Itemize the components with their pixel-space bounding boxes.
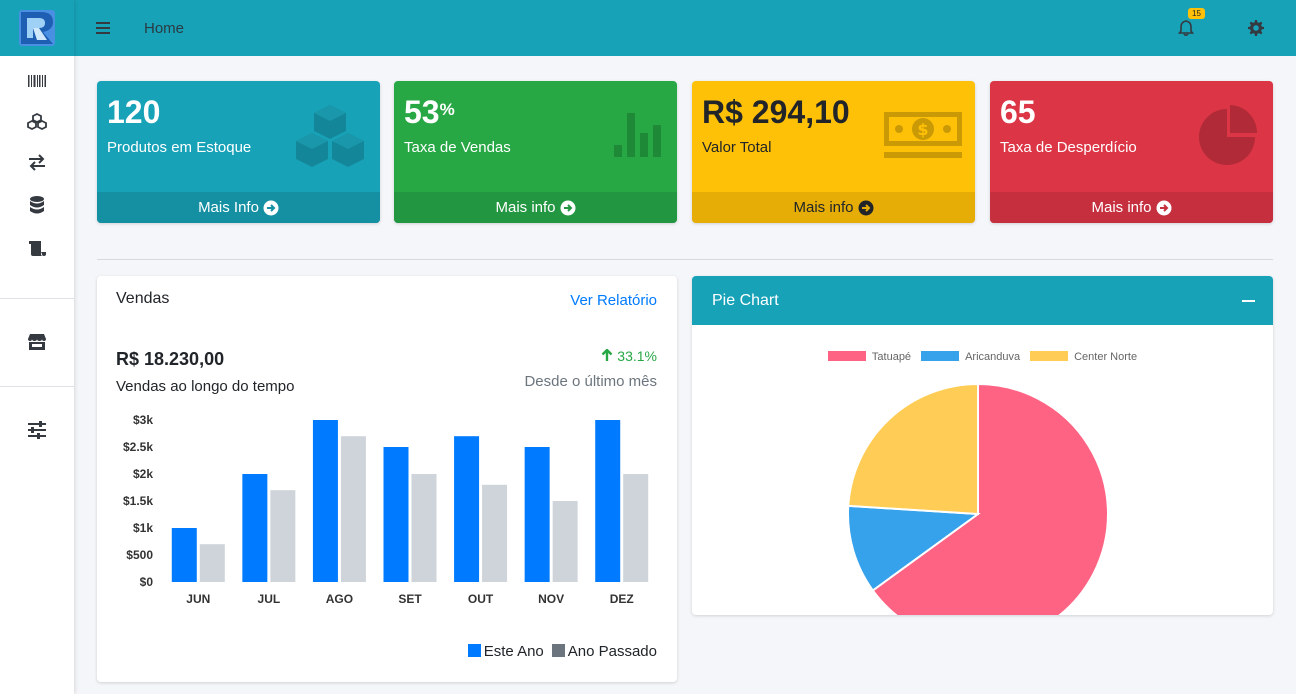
bar-this-year[interactable]: [312, 420, 338, 582]
pie-chart-icon: [1199, 105, 1257, 165]
sidebar-item-transfers[interactable]: [0, 142, 74, 182]
bar-this-year[interactable]: [454, 436, 480, 582]
x-tick-label: AGO: [326, 592, 353, 606]
store-icon: [28, 334, 46, 350]
top-navbar: Home 15: [74, 0, 1296, 56]
y-tick-label: $0: [140, 575, 154, 589]
bar-last-year[interactable]: [340, 436, 366, 582]
sidebar-item-scroll[interactable]: [0, 228, 74, 268]
sidebar-item-store[interactable]: [0, 321, 74, 363]
brand-logo[interactable]: [0, 0, 74, 56]
legend-last-year: Ano Passado: [551, 643, 657, 660]
view-report-link[interactable]: Ver Relatório: [570, 292, 657, 309]
sales-change-label: Desde o último mês: [524, 373, 657, 390]
hamburger-icon: [96, 22, 110, 34]
arrow-circle-right-icon: [263, 200, 279, 215]
sales-amount-label: Vendas ao longo do tempo: [116, 378, 295, 395]
chart-bars-icon: [614, 113, 661, 157]
card-header: Pie Chart: [692, 276, 1273, 325]
notifications-button[interactable]: 15: [1156, 8, 1216, 36]
y-tick-label: $1k: [133, 521, 153, 535]
bar-last-year[interactable]: [623, 474, 649, 582]
y-tick-label: $3k: [133, 413, 153, 427]
arrow-up-icon: [602, 348, 613, 361]
cubes-icon: [27, 112, 47, 131]
bar-last-year[interactable]: [482, 484, 508, 582]
y-tick-label: $1.5k: [123, 494, 153, 508]
x-tick-label: JUL: [258, 592, 281, 606]
notification-badge: 15: [1188, 8, 1205, 19]
pie-slice[interactable]: [847, 382, 979, 516]
bell-icon: [1178, 20, 1194, 36]
sales-change: 33.1%: [601, 348, 657, 364]
total-value-box: R$ 294,10 Valor Total $ Mais info: [692, 81, 975, 223]
bar-this-year[interactable]: [524, 447, 550, 582]
sales-change-value: 33.1%: [617, 348, 657, 364]
y-tick-label: $500: [126, 548, 153, 562]
more-info-label: Mais info: [495, 199, 556, 216]
sales-card: Vendas Ver Relatório R$ 18.230,00 Vendas…: [97, 276, 677, 682]
sales-rate-box: 53% Taxa de Vendas Mais info: [394, 81, 677, 223]
bar-this-year[interactable]: [242, 474, 268, 582]
gear-icon: [1248, 20, 1264, 36]
sliders-icon: [28, 421, 46, 439]
bar-this-year[interactable]: [383, 447, 409, 582]
waste-rate-box: 65 Taxa de Desperdício Mais info: [990, 81, 1273, 223]
x-tick-label: JUN: [186, 592, 210, 606]
logo-icon: [19, 10, 55, 46]
more-info-label: Mais Info: [198, 199, 259, 216]
more-info-label: Mais info: [1091, 199, 1152, 216]
settings-button[interactable]: [1216, 20, 1296, 36]
bar-last-year[interactable]: [552, 501, 578, 582]
database-icon: [30, 196, 44, 214]
sales-amount: R$ 18.230,00: [116, 349, 225, 369]
sidebar-item-cubes[interactable]: [0, 102, 74, 142]
card-title: Pie Chart: [712, 291, 779, 309]
arrow-circle-right-icon: [1156, 200, 1172, 215]
y-tick-label: $2k: [133, 467, 153, 481]
x-tick-label: OUT: [468, 592, 494, 606]
x-tick-label: DEZ: [610, 592, 634, 606]
sidebar: [0, 0, 74, 694]
sidebar-item-settings[interactable]: [0, 409, 74, 451]
sales-bar-chart: $0 $500 $1k $1.5k $2k $2.5k $3k JUN JUL AGO SET OUT…: [123, 413, 649, 606]
sidebar-item-barcode[interactable]: [0, 60, 74, 102]
barcode-icon: [28, 75, 46, 87]
arrow-circle-right-icon: [560, 200, 576, 215]
more-info-label: Mais info: [793, 199, 854, 216]
collapse-button[interactable]: [1242, 300, 1255, 302]
money-bill-icon: $: [884, 112, 962, 158]
box-value-suffix: %: [439, 100, 455, 119]
more-info-link[interactable]: Mais info: [692, 192, 975, 223]
bar-last-year[interactable]: [270, 490, 296, 582]
menu-toggle-button[interactable]: [74, 21, 134, 35]
y-tick-label: $2.5k: [123, 440, 153, 454]
scroll-icon: [29, 241, 46, 256]
exchange-icon: [29, 154, 45, 171]
more-info-link[interactable]: Mais Info: [97, 192, 380, 223]
legend-this-year: Este Ano: [467, 643, 544, 660]
chart-legend: Este Ano Ano Passado: [467, 643, 657, 660]
svg-text:$: $: [917, 120, 928, 139]
arrow-circle-right-icon: [858, 200, 874, 215]
bar-this-year[interactable]: [595, 420, 621, 582]
more-info-link[interactable]: Mais info: [990, 192, 1273, 223]
section-divider: [97, 259, 1273, 260]
bar-last-year[interactable]: [411, 474, 437, 582]
cubes-icon: [296, 105, 364, 167]
pie-chart-card: Pie Chart Tatuapé Aricanduva Center Norte: [692, 276, 1273, 615]
bar-last-year[interactable]: [199, 544, 225, 582]
x-tick-label: NOV: [538, 592, 564, 606]
stock-products-box: 120 Produtos em Estoque Mais Info: [97, 81, 380, 223]
pie-chart: [847, 382, 1109, 615]
x-tick-label: SET: [398, 592, 422, 606]
bar-this-year[interactable]: [171, 528, 197, 582]
more-info-link[interactable]: Mais info: [394, 192, 677, 223]
card-title: Vendas: [116, 290, 170, 307]
home-link[interactable]: Home: [144, 20, 184, 37]
sidebar-item-database[interactable]: [0, 182, 74, 228]
